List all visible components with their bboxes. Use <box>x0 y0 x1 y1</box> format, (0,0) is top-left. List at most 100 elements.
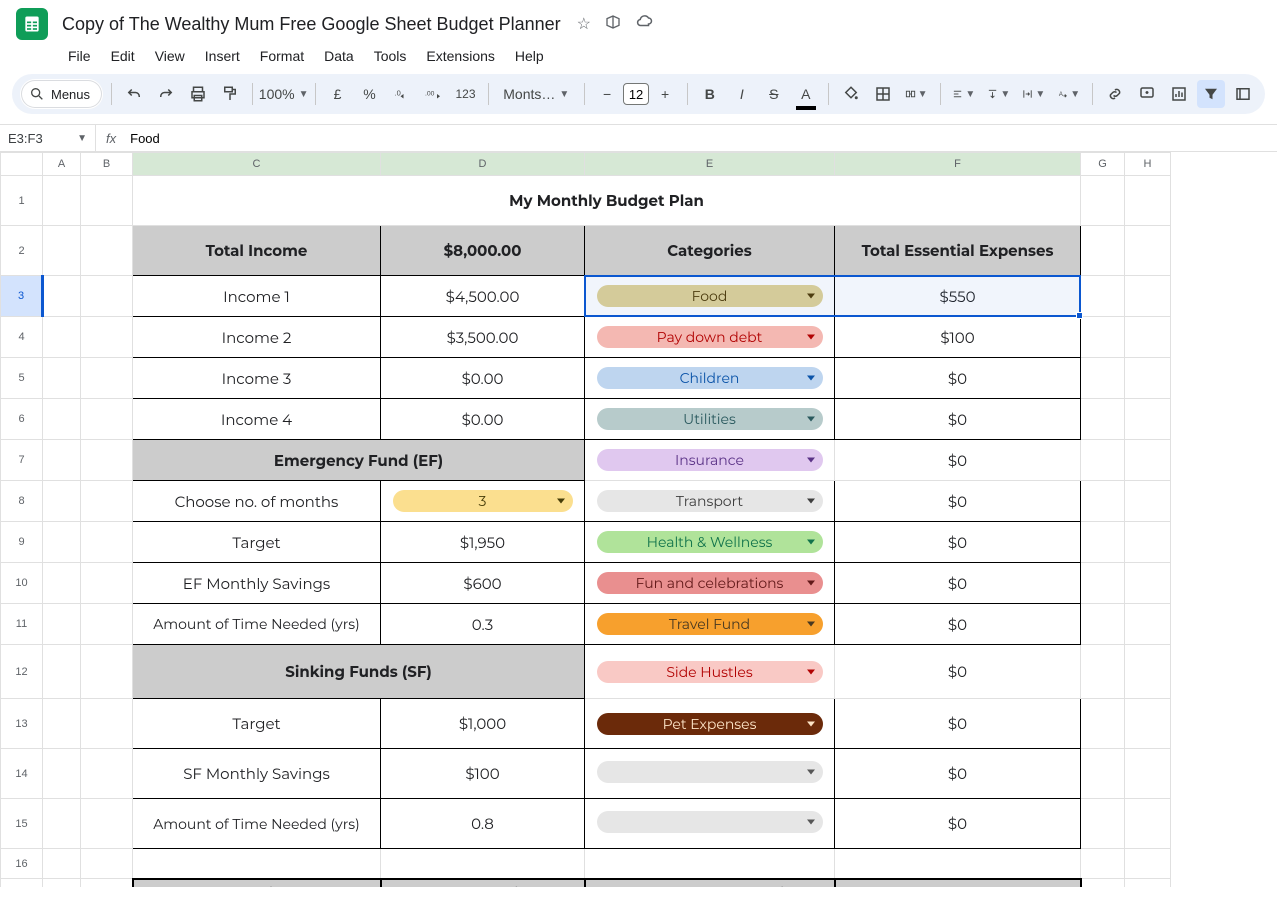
col-header-G[interactable]: G <box>1081 153 1125 176</box>
redo-icon[interactable] <box>152 80 180 108</box>
cell-f5[interactable]: $0 <box>835 358 1081 399</box>
chip-months[interactable]: 3 <box>393 490 573 512</box>
move-icon[interactable] <box>605 14 621 35</box>
chip-food[interactable]: Food <box>597 285 823 307</box>
sf-header[interactable]: Sinking Funds (SF) <box>133 645 585 699</box>
cell-f10[interactable]: $0 <box>835 563 1081 604</box>
cell-e13[interactable]: Pet Expenses <box>585 699 835 749</box>
cell-f13[interactable]: $0 <box>835 699 1081 749</box>
cell-e5[interactable]: Children <box>585 358 835 399</box>
font-size-input[interactable] <box>623 83 649 105</box>
merge-cells-icon[interactable]: ▼ <box>901 80 932 108</box>
row-header-1[interactable]: 1 <box>1 176 43 226</box>
text-color-icon[interactable]: A <box>792 80 820 108</box>
chip-travel[interactable]: Travel Fund <box>597 613 823 635</box>
print-icon[interactable] <box>184 80 212 108</box>
row-header-9[interactable]: 9 <box>1 522 43 563</box>
chip-empty-2[interactable] <box>597 811 823 833</box>
font-family-select[interactable]: Monts… ▼ <box>496 80 576 108</box>
paint-format-icon[interactable] <box>216 80 244 108</box>
cell-d8[interactable]: 3 <box>381 481 585 522</box>
cell-d3[interactable]: $4,500.00 <box>381 276 585 317</box>
chip-pet[interactable]: Pet Expenses <box>597 713 823 735</box>
cell-e12[interactable]: Side Hustles <box>585 645 835 699</box>
cell-d9[interactable]: $1,950 <box>381 522 585 563</box>
menu-file[interactable]: File <box>60 44 99 68</box>
cell-e4[interactable]: Pay down debt <box>585 317 835 358</box>
borders-icon[interactable] <box>869 80 897 108</box>
cell-f15[interactable]: $0 <box>835 799 1081 849</box>
cell-c11[interactable]: Amount of Time Needed (yrs) <box>133 604 381 645</box>
row-header-17[interactable]: 17 <box>1 879 43 888</box>
menus-search[interactable]: Menus <box>20 79 103 109</box>
filter-icon[interactable] <box>1197 80 1225 108</box>
name-box[interactable]: E3:F3▼ <box>0 125 96 151</box>
strikethrough-icon[interactable]: S <box>760 80 788 108</box>
cell-f6[interactable]: $0 <box>835 399 1081 440</box>
row-header-13[interactable]: 13 <box>1 699 43 749</box>
col-header-E[interactable]: E <box>585 153 835 176</box>
undo-icon[interactable] <box>120 80 148 108</box>
chip-children[interactable]: Children <box>597 367 823 389</box>
chip-insurance[interactable]: Insurance <box>597 449 823 471</box>
cell-c15[interactable]: Amount of Time Needed (yrs) <box>133 799 381 849</box>
cell-c5[interactable]: Income 3 <box>133 358 381 399</box>
row-header-3[interactable]: 3 <box>1 276 43 317</box>
cell-f8[interactable]: $0 <box>835 481 1081 522</box>
text-rotation-icon[interactable]: A▼ <box>1053 80 1084 108</box>
hdr-monthly-savings[interactable]: Monthly Savings <box>381 879 585 888</box>
col-header-B[interactable]: B <box>81 153 133 176</box>
hdr-income-amount[interactable]: $8,000.00 <box>381 226 585 276</box>
menu-view[interactable]: View <box>147 44 193 68</box>
italic-icon[interactable]: I <box>728 80 756 108</box>
insert-link-icon[interactable] <box>1101 80 1129 108</box>
cell-e6[interactable]: Utilities <box>585 399 835 440</box>
row-header-12[interactable]: 12 <box>1 645 43 699</box>
cell-c10[interactable]: EF Monthly Savings <box>133 563 381 604</box>
cell-c14[interactable]: SF Monthly Savings <box>133 749 381 799</box>
col-header-C[interactable]: C <box>133 153 381 176</box>
cell-c8[interactable]: Choose no. of months <box>133 481 381 522</box>
col-header-D[interactable]: D <box>381 153 585 176</box>
cell-f4[interactable]: $100 <box>835 317 1081 358</box>
star-icon[interactable]: ☆ <box>577 14 591 35</box>
cell-c13[interactable]: Target <box>133 699 381 749</box>
cell-d14[interactable]: $100 <box>381 749 585 799</box>
cell-e15[interactable] <box>585 799 835 849</box>
chip-fun[interactable]: Fun and celebrations <box>597 572 823 594</box>
row-header-11[interactable]: 11 <box>1 604 43 645</box>
cell-e14[interactable] <box>585 749 835 799</box>
fill-color-icon[interactable] <box>837 80 865 108</box>
hdr-monthly-essential[interactable]: Monthly Essential Expenses <box>133 879 381 888</box>
toolbar-more-icon[interactable] <box>1229 80 1257 108</box>
col-header-F[interactable]: F <box>835 153 1081 176</box>
menu-help[interactable]: Help <box>507 44 552 68</box>
decrease-decimal-icon[interactable]: .0 <box>388 80 416 108</box>
doc-title[interactable]: Copy of The Wealthy Mum Free Google Shee… <box>58 12 565 37</box>
cell-d13[interactable]: $1,000 <box>381 699 585 749</box>
cell-f14[interactable]: $0 <box>835 749 1081 799</box>
sheets-logo[interactable] <box>16 8 48 40</box>
row-header-16[interactable]: 16 <box>1 849 43 879</box>
menu-edit[interactable]: Edit <box>103 44 143 68</box>
text-wrap-icon[interactable]: ▼ <box>1018 80 1049 108</box>
chip-transport[interactable]: Transport <box>597 490 823 512</box>
cell-d4[interactable]: $3,500.00 <box>381 317 585 358</box>
cell-d15[interactable]: 0.8 <box>381 799 585 849</box>
cell-c4[interactable]: Income 2 <box>133 317 381 358</box>
cell-d10[interactable]: $600 <box>381 563 585 604</box>
cell-f7[interactable]: $0 <box>835 440 1081 481</box>
cell-d6[interactable]: $0.00 <box>381 399 585 440</box>
cell-d11[interactable]: 0.3 <box>381 604 585 645</box>
col-header-H[interactable]: H <box>1125 153 1171 176</box>
cell-f12[interactable]: $0 <box>835 645 1081 699</box>
font-size-increase[interactable]: + <box>651 80 679 108</box>
cell-d5[interactable]: $0.00 <box>381 358 585 399</box>
cell-e9[interactable]: Health & Wellness <box>585 522 835 563</box>
hdr-total-income[interactable]: Total Income <box>133 226 381 276</box>
hdr-essential-expenses[interactable]: Total Essential Expenses <box>835 226 1081 276</box>
menu-format[interactable]: Format <box>252 44 312 68</box>
row-header-5[interactable]: 5 <box>1 358 43 399</box>
cell-e7[interactable]: Insurance <box>585 440 835 481</box>
row-header-10[interactable]: 10 <box>1 563 43 604</box>
